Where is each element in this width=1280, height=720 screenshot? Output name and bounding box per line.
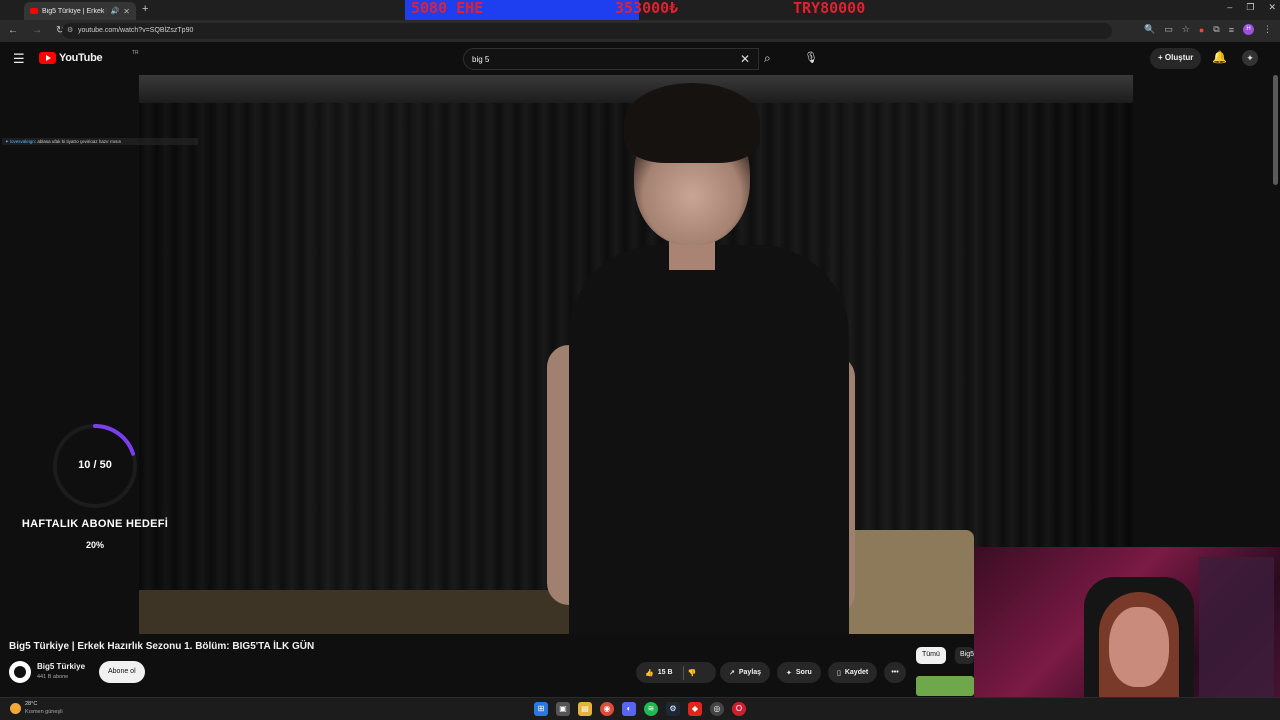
taskbar-apps: ⊞ ▣ ▤ ◉ ◐ ≋ ⚙ ◆ ◎ O <box>534 702 746 716</box>
bookmark-icon: ▯ <box>837 669 841 677</box>
microphone-icon[interactable]: 🎙 <box>804 51 818 64</box>
goal-title: HAFTALIK ABONE HEDEFİ <box>21 518 169 530</box>
account-avatar[interactable]: ✦ <box>1242 50 1258 66</box>
windows-start-icon[interactable]: ⊞ <box>534 702 548 716</box>
window-controls: – ❐ ✕ <box>1227 2 1276 13</box>
youtube-logo[interactable]: YouTube TR <box>39 50 139 64</box>
create-label: Oluştur <box>1164 53 1194 62</box>
youtube-play-logo-icon <box>39 52 56 64</box>
region-code: TR <box>132 50 139 56</box>
more-dots-icon: ••• <box>891 669 899 676</box>
share-label: Paylaş <box>738 669 762 676</box>
new-tab-icon[interactable]: + <box>142 3 148 15</box>
thumbs-up-icon: 👍 <box>645 669 654 677</box>
chip-big5[interactable]: Big5 <box>955 647 974 664</box>
weather-sun-icon[interactable] <box>10 703 21 714</box>
task-view-icon[interactable]: ▣ <box>556 702 570 716</box>
media-control-icon[interactable]: ≡ <box>1229 25 1234 35</box>
app-red-icon[interactable]: ◆ <box>688 702 702 716</box>
related-video-thumbnail[interactable] <box>916 676 974 696</box>
url-field[interactable]: ⚙ youtube.com/watch?v=SQBlZszTp90 <box>62 23 1112 39</box>
banner-mid-text: 353000₺ <box>615 0 679 17</box>
steam-icon[interactable]: ⚙ <box>666 702 680 716</box>
share-button[interactable]: ↗ Paylaş <box>720 662 771 683</box>
site-info-icon[interactable]: ⚙ <box>67 26 73 34</box>
chip-all[interactable]: Tümü <box>916 647 946 664</box>
close-tab-icon[interactable]: ✕ <box>123 7 130 16</box>
forward-icon[interactable]: → <box>32 25 42 36</box>
create-button[interactable]: + Oluştur <box>1150 48 1202 69</box>
chat-username: lovesvaleign <box>10 139 35 144</box>
streamer-face <box>1109 607 1169 687</box>
like-count: 15 B <box>657 669 673 676</box>
file-explorer-icon[interactable]: ▤ <box>578 702 592 716</box>
save-button[interactable]: ▯ Kaydet <box>828 662 878 683</box>
stream-chat-message: ✦ lovesvaleign: ablasa ufak bi tiyatro ç… <box>2 138 198 145</box>
video-title: Big5 Türkiye | Erkek Hazırlık Sezonu 1. … <box>9 641 315 652</box>
save-label: Kaydet <box>844 669 869 676</box>
clear-search-icon[interactable]: ✕ <box>740 52 750 66</box>
weather-temperature: 28°C <box>25 701 38 707</box>
speaker-icon[interactable]: 🔊 <box>111 7 120 15</box>
bookmark-star-icon[interactable]: ☆ <box>1182 24 1190 35</box>
search-value: big 5 <box>472 55 490 64</box>
obs-icon[interactable]: ◎ <box>710 702 724 716</box>
subscribe-button[interactable]: Abone ol <box>99 661 145 683</box>
extensions-puzzle-icon[interactable]: ⧉ <box>1213 24 1219 35</box>
back-icon[interactable]: ← <box>8 25 18 36</box>
profile-avatar-icon[interactable]: H <box>1243 24 1254 35</box>
webcam-shelf <box>1199 557 1274 707</box>
weather-description: Kısmen güneşli <box>25 709 63 715</box>
search-icon[interactable]: ⌕ <box>764 51 771 66</box>
close-window-icon[interactable]: ✕ <box>1268 2 1276 13</box>
banner-left-text: 5080 EHE <box>411 0 484 17</box>
chrome-icon[interactable]: ◉ <box>600 702 614 716</box>
ask-button[interactable]: ✦ Soru <box>777 662 821 683</box>
channel-name[interactable]: Big5 Türkiye <box>37 662 85 671</box>
goal-percent: 20% <box>85 540 104 550</box>
channel-avatar[interactable] <box>9 661 31 683</box>
banner-right-text: TRY80000 <box>793 0 866 17</box>
ask-label: Soru <box>795 669 812 676</box>
spotify-icon[interactable]: ≋ <box>644 702 658 716</box>
more-actions-button[interactable]: ••• <box>884 662 906 683</box>
thumbs-down-icon[interactable]: 👎 <box>688 669 697 677</box>
extension-red-icon[interactable]: ● <box>1199 25 1204 35</box>
browser-tab[interactable]: Big5 Türkiye | Erkek Hazırlık 🔊 ✕ <box>24 2 136 20</box>
minimize-icon[interactable]: – <box>1227 2 1232 13</box>
extension-icons: 🔍 ▭ ☆ ● ⧉ ≡ H ⋮ <box>1144 24 1272 35</box>
subscriber-count: 441 B abone <box>37 674 69 680</box>
youtube-header: ☰ YouTube TR big 5 ✕ ⌕ 🎙 + Oluştur 🔔 ✦ <box>0 42 1280 75</box>
windows-taskbar: 28°C Kısmen güneşli ⊞ ▣ ▤ ◉ ◐ ≋ ⚙ ◆ ◎ O <box>0 697 1280 720</box>
chat-text: ablasa ufak bi tiyatro çevirioaz hazır m… <box>37 139 122 144</box>
stream-donation-banner: 5080 EHE 353000₺ TRY80000 <box>405 0 895 27</box>
opera-icon[interactable]: O <box>732 702 746 716</box>
like-button[interactable]: 👍 15 B 👎 <box>636 662 716 683</box>
tab-title: Big5 Türkiye | Erkek Hazırlık <box>42 7 107 15</box>
cast-icon[interactable]: ▭ <box>1164 24 1173 35</box>
youtube-favicon-icon <box>30 8 38 14</box>
notifications-bell-icon[interactable]: 🔔 <box>1212 50 1227 64</box>
browser-menu-icon[interactable]: ⋮ <box>1263 24 1272 35</box>
person-hair <box>624 83 760 163</box>
like-divider <box>682 665 684 680</box>
discord-icon[interactable]: ◐ <box>622 702 636 716</box>
url-text: youtube.com/watch?v=SQBlZszTp90 <box>78 27 194 34</box>
plus-icon: + <box>1158 53 1165 62</box>
channel-logo-icon <box>14 666 26 678</box>
page-scrollbar[interactable] <box>1273 75 1278 185</box>
zoom-icon[interactable]: 🔍 <box>1144 24 1155 35</box>
hamburger-menu-icon[interactable]: ☰ <box>13 51 25 67</box>
browser-address-bar: ← → ↻ ⚙ youtube.com/watch?v=SQBlZszTp90 … <box>0 20 1280 42</box>
restore-icon[interactable]: ❐ <box>1246 2 1254 13</box>
streamer-webcam <box>974 547 1280 720</box>
goal-count: 10 / 50 <box>78 459 112 471</box>
search-input[interactable]: big 5 <box>463 48 759 70</box>
share-arrow-icon: ↗ <box>729 669 735 677</box>
person-torso <box>569 245 849 634</box>
sparkle-icon: ✦ <box>786 669 792 677</box>
youtube-logo-text: YouTube <box>59 52 103 64</box>
nav-buttons: ← → ↻ <box>8 25 64 36</box>
